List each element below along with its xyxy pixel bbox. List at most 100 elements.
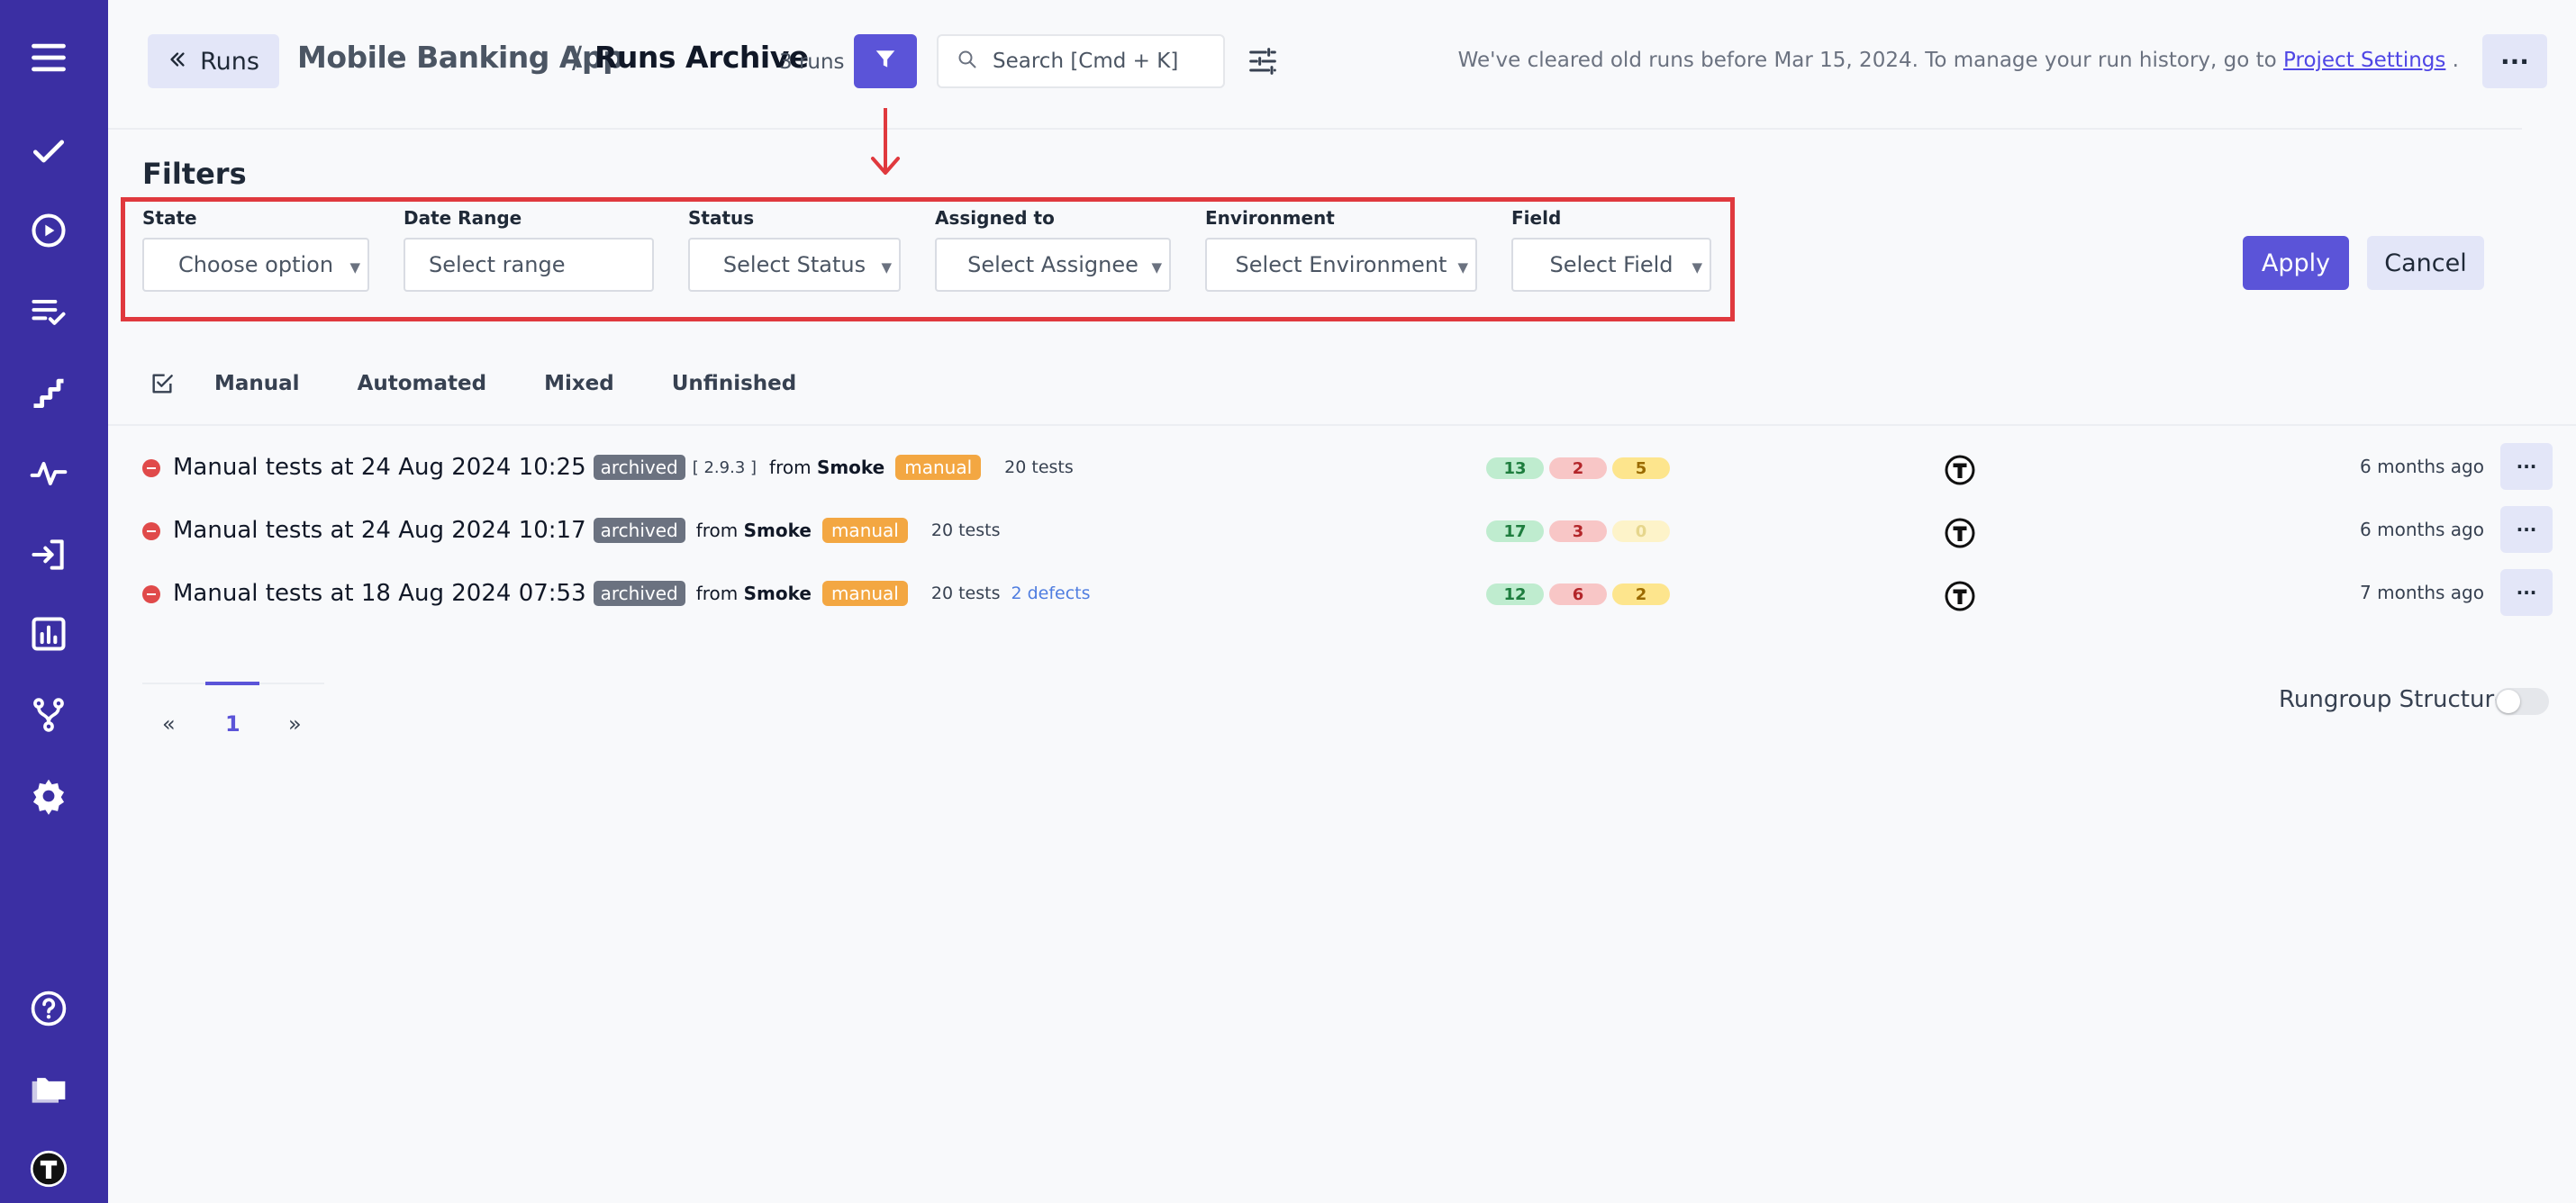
folder-icon[interactable] — [27, 1068, 70, 1111]
run-info: Manual tests at 18 Aug 2024 07:53 archiv… — [173, 578, 1091, 609]
run-title[interactable]: Manual tests at 24 Aug 2024 10:25 — [173, 454, 586, 481]
rungroup-structure-toggle[interactable] — [2495, 688, 2549, 715]
more-options-button[interactable]: ··· — [2482, 34, 2547, 88]
back-to-runs-button[interactable]: Runs — [148, 34, 279, 88]
pagination-next[interactable]: » — [288, 711, 302, 737]
assignee-avatar-icon — [1945, 455, 1975, 485]
run-source: from Smoke — [769, 457, 884, 478]
search-input[interactable] — [993, 50, 1209, 73]
run-source: from Smoke — [696, 583, 812, 604]
tests-count: 20 tests — [930, 520, 1001, 540]
tab-automated[interactable]: Automated — [358, 372, 487, 395]
pulse-icon[interactable] — [27, 452, 70, 495]
main-content: Runs Mobile Banking App / Runs Archive 3… — [108, 0, 2576, 1203]
row-more-button[interactable]: ··· — [2500, 443, 2553, 490]
tests-count: 20 tests — [930, 583, 1001, 603]
toggle-knob — [2497, 690, 2520, 713]
header-divider — [108, 128, 2522, 130]
notice-end: . — [2445, 49, 2459, 72]
caret-down-icon: ▼ — [1692, 259, 1702, 276]
rungroup-structure-label: Rungroup Structure — [2279, 686, 2508, 713]
run-row[interactable]: Manual tests at 24 Aug 2024 10:17 archiv… — [108, 499, 2576, 562]
tab-manual[interactable]: Manual — [214, 372, 300, 395]
cancel-button[interactable]: Cancel — [2367, 236, 2484, 290]
pagination-prev[interactable]: « — [162, 711, 176, 737]
gear-icon[interactable] — [27, 774, 70, 818]
run-title[interactable]: Manual tests at 18 Aug 2024 07:53 — [173, 580, 586, 607]
header: Runs Mobile Banking App / Runs Archive 3… — [108, 0, 2576, 128]
date-range-input[interactable]: Select range — [404, 238, 654, 292]
from-label: from — [695, 520, 739, 541]
user-avatar-icon[interactable] — [27, 1147, 70, 1190]
filter-label: Date Range — [404, 207, 522, 229]
filter-date-range: Date Range Select range — [404, 207, 654, 292]
filter-label: Field — [1511, 207, 1562, 229]
pagination-active-indicator — [205, 682, 259, 685]
menu-icon[interactable] — [27, 36, 70, 79]
archived-badge: archived — [593, 581, 685, 606]
row-more-button[interactable]: ··· — [2500, 506, 2553, 553]
source-name: Smoke — [816, 457, 885, 478]
branch-icon[interactable] — [27, 693, 70, 737]
breadcrumb-separator: / — [572, 40, 582, 75]
select-placeholder: Choose option — [177, 252, 334, 277]
bar-chart-icon[interactable] — [27, 612, 70, 656]
passed-count: 17 — [1486, 520, 1544, 542]
caret-down-icon: ▼ — [349, 259, 360, 276]
arrow-down-icon — [871, 108, 900, 175]
result-counters: 13 2 5 — [1486, 457, 1670, 479]
runs-count: 3 runs — [779, 50, 845, 74]
help-icon[interactable] — [27, 987, 70, 1030]
pagination-page-current[interactable]: 1 — [225, 711, 240, 737]
project-settings-link[interactable]: Project Settings — [2283, 49, 2445, 72]
apply-button[interactable]: Apply — [2243, 236, 2349, 290]
environment-select[interactable]: Select Environment ▼ — [1205, 238, 1477, 292]
checklist-icon[interactable] — [27, 290, 70, 333]
passed-count: 12 — [1486, 583, 1544, 605]
select-all-checkbox-icon[interactable] — [148, 369, 177, 398]
import-icon[interactable] — [27, 533, 70, 576]
select-placeholder: Select Assignee — [967, 252, 1138, 277]
sliders-icon[interactable] — [1245, 43, 1281, 79]
tab-mixed[interactable]: Mixed — [544, 372, 614, 395]
defects-link[interactable]: 2 defects — [1011, 583, 1090, 603]
filters-title: Filters — [142, 157, 247, 191]
archived-badge: archived — [593, 455, 685, 480]
skipped-count: 2 — [1612, 583, 1670, 605]
assignee-select[interactable]: Select Assignee ▼ — [935, 238, 1171, 292]
tab-unfinished[interactable]: Unfinished — [672, 372, 796, 395]
caret-down-icon: ▼ — [881, 259, 892, 276]
field-select[interactable]: Select Field ▼ — [1511, 238, 1711, 292]
sidebar — [0, 0, 108, 1203]
search-icon — [957, 49, 978, 74]
notice-text: We've cleared old runs before Mar 15, 20… — [1457, 49, 2284, 72]
play-circle-icon[interactable] — [27, 209, 70, 252]
back-button-label: Runs — [200, 47, 259, 76]
filter-label: Assigned to — [935, 207, 1055, 229]
from-label: from — [695, 583, 739, 604]
checkmark-icon[interactable] — [27, 130, 70, 173]
search-box[interactable] — [937, 34, 1225, 88]
passed-count: 13 — [1486, 457, 1544, 479]
run-row[interactable]: Manual tests at 18 Aug 2024 07:53 archiv… — [108, 562, 2576, 625]
run-source: from Smoke — [696, 520, 812, 541]
source-name: Smoke — [743, 520, 812, 541]
status-select[interactable]: Select Status ▼ — [688, 238, 901, 292]
row-more-button[interactable]: ··· — [2500, 569, 2553, 616]
failed-count: 6 — [1549, 583, 1607, 605]
manual-badge: manual — [821, 581, 908, 606]
run-title[interactable]: Manual tests at 24 Aug 2024 10:17 — [173, 517, 586, 544]
assignee-avatar-icon — [1945, 581, 1975, 611]
filter-button[interactable] — [854, 34, 917, 88]
archive-notice: We've cleared old runs before Mar 15, 20… — [1458, 49, 2459, 72]
caret-down-icon: ▼ — [1151, 259, 1162, 276]
double-chevron-left-icon — [168, 48, 187, 76]
filter-assignee: Assigned to Select Assignee ▼ — [935, 207, 1171, 292]
select-placeholder: Select Status — [722, 252, 866, 277]
steps-icon[interactable] — [27, 371, 70, 414]
manual-badge: manual — [821, 518, 908, 543]
failed-count: 3 — [1549, 520, 1607, 542]
filter-state: State Choose option ▼ — [142, 207, 369, 292]
run-row[interactable]: Manual tests at 24 Aug 2024 10:25 archiv… — [108, 436, 2576, 499]
state-select[interactable]: Choose option ▼ — [142, 238, 369, 292]
